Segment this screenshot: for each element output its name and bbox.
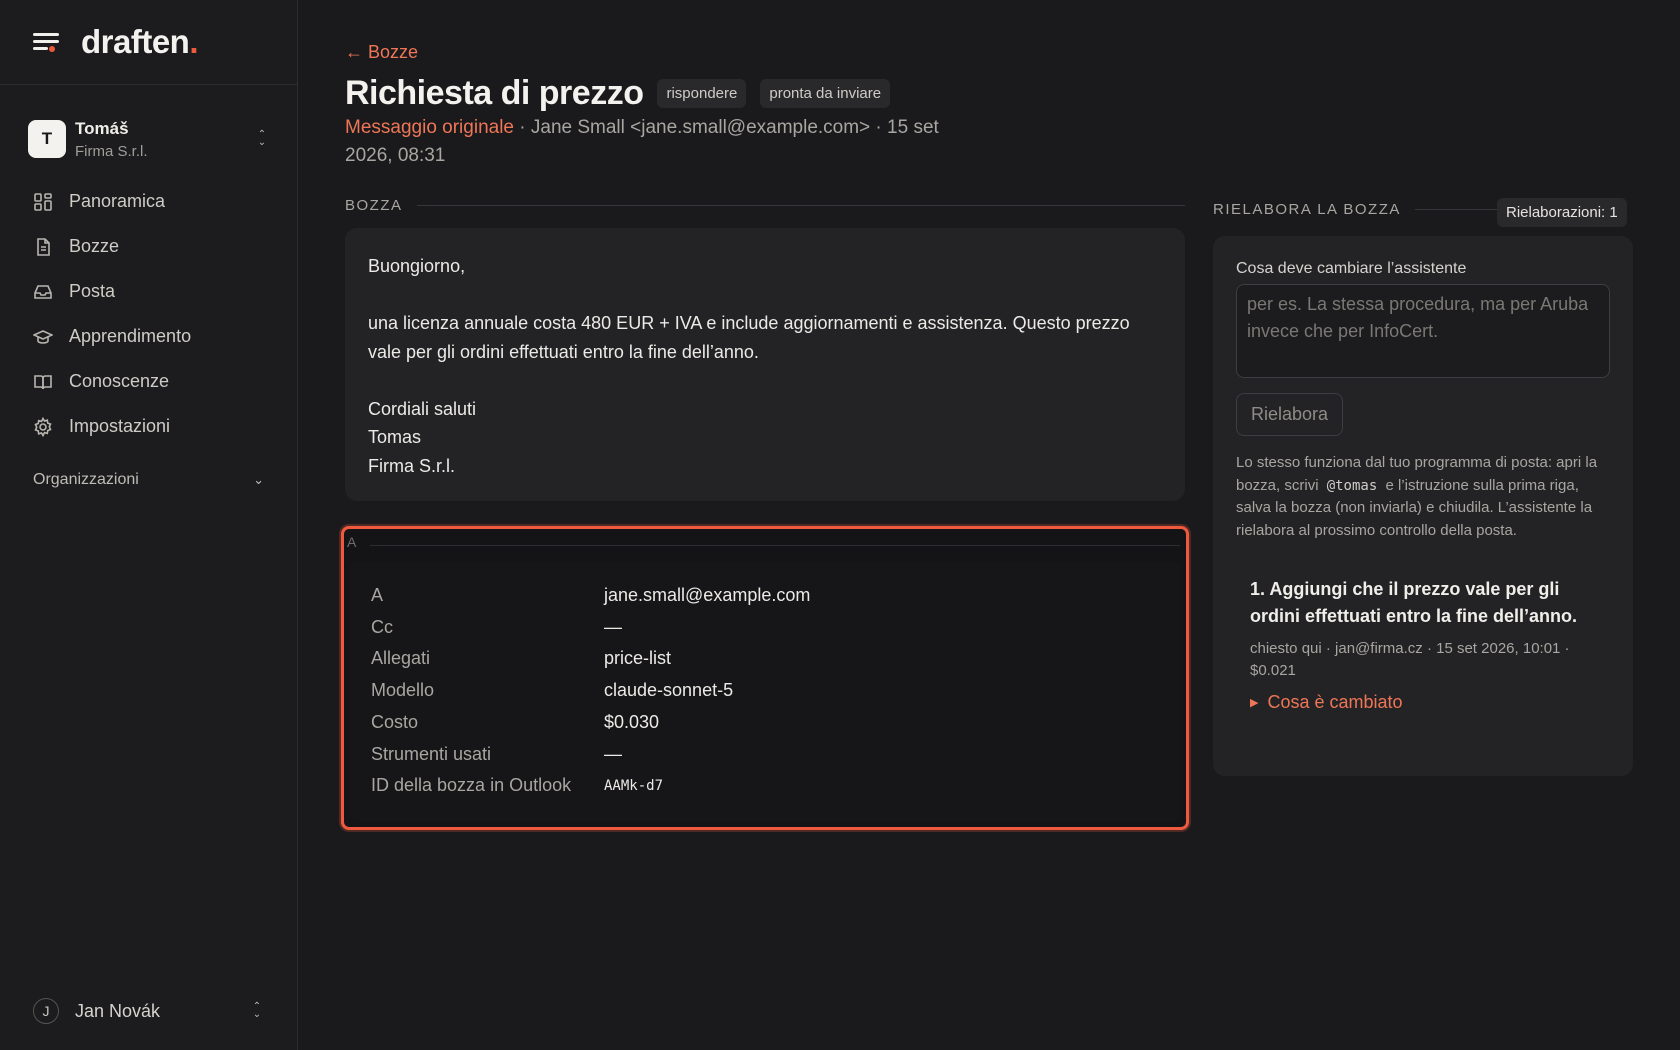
sidebar-item-apprendimento[interactable]: Apprendimento [0, 314, 297, 359]
account-avatar: T [28, 120, 66, 158]
back-link[interactable]: ← Bozze [345, 42, 418, 63]
details-section: A Ajane.small@example.com Cc — Allegati pr… [341, 526, 1189, 830]
account-org: Firma S.r.l. [75, 142, 148, 160]
sidebar-item-label: Bozze [69, 236, 120, 256]
rework-history-item: 1. Aggiungi che il prezzo vale per gli o… [1236, 576, 1610, 713]
inbox-icon [34, 284, 52, 299]
message-meta: Messaggio originale · Jane Small <jane.s… [345, 114, 975, 170]
sidebar-item-label: Panoramica [69, 191, 166, 211]
detail-row-outlook-id: ID della bozza in Outlook AAMk-d7 [371, 775, 664, 795]
menu-icon[interactable] [33, 31, 59, 53]
details-card: Ajane.small@example.com Cc — Allegati pric… [350, 561, 1180, 821]
user-avatar: J [33, 998, 59, 1024]
details-section-label: A [347, 534, 357, 550]
organizations-toggle[interactable]: Organizzazioni ⌄ [0, 465, 297, 495]
sidebar-item-impostazioni[interactable]: Impostazioni [0, 404, 297, 449]
chevron-updown-icon: ⌃ ⌄ [257, 129, 267, 148]
rework-section-label: RIELABORA LA BOZZA [1213, 201, 1503, 218]
grid-icon [34, 192, 52, 211]
draft-line: Buongiorno, [368, 256, 466, 276]
rework-history-meta: chiesto qui · jan@firma.cz · 15 set 2026… [1250, 640, 1570, 679]
sidebar-item-label: Apprendimento [69, 326, 192, 346]
triangle-right-icon: ▶ [1250, 697, 1259, 709]
sidebar-item-posta[interactable]: Posta [0, 269, 297, 314]
status-badge: rispondere [657, 79, 747, 108]
organizations-label: Organizzazioni [33, 471, 139, 488]
brand: draften. [0, 0, 297, 85]
draft-body[interactable]: Buongiorno, una licenza annuale costa 48… [345, 228, 1185, 501]
graduation-cap-icon [33, 329, 53, 344]
chevron-updown-icon: ⌃ ⌄ [252, 1001, 262, 1020]
sidebar-item-label: Conoscenze [69, 371, 170, 391]
status-badge: pronta da inviare [760, 79, 891, 108]
detail-row-cost: Costo $0.030 [371, 712, 660, 732]
account-name: Tomáš [75, 118, 129, 138]
sidebar-item-panoramica[interactable]: Panoramica [0, 179, 297, 224]
rework-instruction-input[interactable]: per es. La stessa procedura, ma per Arub… [1236, 284, 1610, 378]
chevron-down-icon: ⌄ [253, 472, 264, 487]
draft-line: Firma S.r.l. [368, 455, 456, 476]
original-message-link[interactable]: Messaggio originale [345, 117, 514, 138]
detail-row-tools: Strumenti usati — [371, 744, 622, 764]
sidebar-nav: Panoramica Bozze Posta Apprendimento Con… [0, 179, 297, 449]
rework-help-text: Lo stesso funziona dal tuo programma di … [1236, 454, 1598, 539]
draft-line [368, 366, 1162, 395]
detail-row-cc: Cc — [371, 617, 622, 637]
draft-line: Cordiali saluti [368, 398, 477, 419]
brand-logo[interactable]: draften. [81, 23, 198, 61]
draft-line: Tomas [368, 427, 422, 447]
rework-button[interactable]: Rielabora [1236, 393, 1344, 436]
user-name: Jan Novák [75, 1000, 161, 1021]
detail-row-attachments: Allegati price-list [371, 648, 672, 668]
rework-history-title: 1. Aggiungi che il prezzo vale per gli o… [1250, 579, 1578, 626]
detail-row-to: Ajane.small@example.com [371, 585, 811, 605]
rework-field-label: Cosa deve cambiare l’assistente [1236, 260, 1467, 277]
user-menu[interactable]: J Jan Novák ⌃ ⌄ [33, 996, 264, 1026]
page-title: Richiesta di prezzo [345, 74, 644, 112]
what-changed-toggle[interactable]: ▶ Cosa è cambiato [1250, 692, 1610, 713]
main-content: ← Bozze Richiesta di prezzo rispondere p… [341, 0, 1680, 1050]
detail-row-model: Modello claude-sonnet-5 [371, 680, 734, 700]
gear-icon [34, 416, 52, 437]
draft-section-label: BOZZA [345, 197, 1185, 214]
account-switcher[interactable]: T Tomáš Firma S.r.l. ⌃ ⌄ [0, 117, 297, 161]
sidebar: draften. T Tomáš Firma S.r.l. ⌃ ⌄ Panoram… [0, 0, 298, 1050]
rework-panel: Cosa deve cambiare l’assistente per es. … [1213, 236, 1633, 776]
draft-line [368, 281, 1162, 310]
sidebar-item-conoscenze[interactable]: Conoscenze [0, 359, 297, 404]
rework-count-badge: Rielaborazioni: 1 [1497, 198, 1627, 227]
sidebar-item-label: Posta [69, 281, 116, 301]
sidebar-item-label: Impostazioni [69, 416, 171, 436]
draft-line: una licenza annuale costa 480 EUR + IVA … [368, 313, 1130, 362]
book-icon [34, 374, 52, 389]
document-icon [37, 237, 50, 256]
sidebar-item-bozze[interactable]: Bozze [0, 224, 297, 269]
